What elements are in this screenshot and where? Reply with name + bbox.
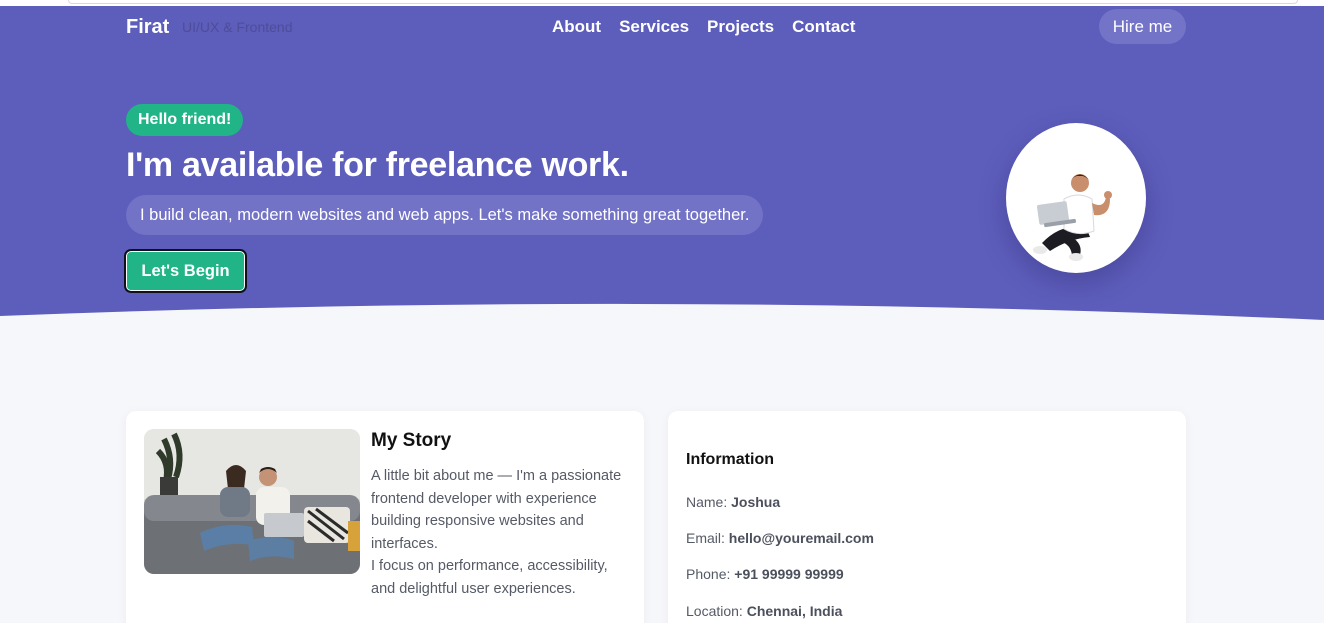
person-with-laptop-illustration <box>1033 174 1112 261</box>
info-title: Information <box>686 451 774 468</box>
nav-link-about[interactable]: About <box>552 17 601 37</box>
lets-begin-button[interactable]: Let's Begin <box>124 249 247 293</box>
story-text: A little bit about me — I'm a passionate… <box>371 465 631 600</box>
my-story-card: My Story A little bit about me — I'm a p… <box>126 411 644 623</box>
info-label: Email: <box>686 530 729 546</box>
hero-avatar <box>1006 123 1146 273</box>
hello-badge: Hello friend! <box>126 104 244 136</box>
couple-on-sofa-photo <box>144 429 360 574</box>
nav-link-contact[interactable]: Contact <box>792 17 855 37</box>
info-row-email: Email: hello@youremail.com <box>686 530 874 546</box>
story-photo <box>144 429 360 574</box>
hire-me-button[interactable]: Hire me <box>1099 9 1186 44</box>
nav-links: About Services Projects Contact <box>552 17 855 37</box>
info-label: Name: <box>686 494 732 510</box>
info-label: Location: <box>686 603 747 619</box>
brand-tagline: UI/UX & Frontend <box>182 19 293 35</box>
top-navbar: Firat UI/UX & Frontend About Services Pr… <box>0 6 1324 46</box>
info-value[interactable]: hello@youremail.com <box>729 530 874 546</box>
info-value[interactable]: +91 99999 99999 <box>734 566 843 582</box>
story-paragraph-2: I focus on performance, accessibility, a… <box>371 558 608 597</box>
info-row-name: Name: Joshua <box>686 494 780 510</box>
story-paragraph-1: A little bit about me — I'm a passionate… <box>371 468 622 552</box>
hero-title: I'm available for freelance work. <box>126 146 629 184</box>
info-label: Phone: <box>686 566 735 582</box>
brand-logo[interactable]: Firat <box>126 16 169 39</box>
nav-link-projects[interactable]: Projects <box>707 17 774 37</box>
info-row-location: Location: Chennai, India <box>686 603 842 619</box>
story-title: My Story <box>371 430 452 451</box>
info-row-phone: Phone: +91 99999 99999 <box>686 566 844 582</box>
information-card: Information Name: Joshua Email: hello@yo… <box>668 411 1186 623</box>
info-value: Joshua <box>731 494 781 510</box>
nav-link-services[interactable]: Services <box>619 17 689 37</box>
info-value: Chennai, India <box>746 603 843 619</box>
hero-subtitle: I build clean, modern websites and web a… <box>126 195 764 235</box>
hero-wave-divider <box>0 303 1324 336</box>
